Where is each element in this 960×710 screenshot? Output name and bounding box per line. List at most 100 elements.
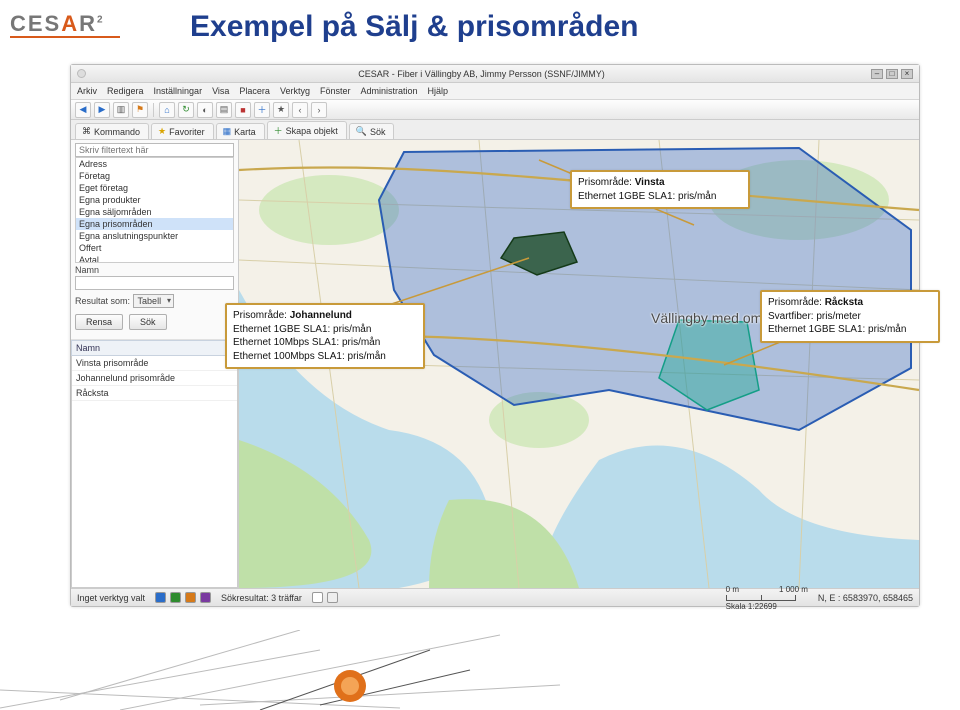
- sidebar: Adress Företag Eget företag Egna produkt…: [71, 140, 239, 588]
- callout-line: Ethernet 10Mbps SLA1: pris/mån: [233, 336, 417, 350]
- menu-verktyg[interactable]: Verktyg: [280, 86, 310, 96]
- tabbar: ⌘Kommando ★Favoriter ▦Karta ＋Skapa objek…: [71, 120, 919, 140]
- tab-skapa-label: Skapa objekt: [286, 126, 338, 136]
- toolbar-forward-icon[interactable]: ▶: [94, 102, 110, 118]
- filter-item[interactable]: Egna produkter: [76, 194, 233, 206]
- logo-part-3: R: [79, 11, 97, 36]
- callout-prefix: Prisområde:: [768, 297, 825, 308]
- scale-widget: 0 m 1 000 m Skala 1:22699: [726, 585, 808, 611]
- status-icon-4[interactable]: [200, 592, 211, 603]
- menu-hjalp[interactable]: Hjälp: [428, 86, 449, 96]
- footer-decoration: [0, 630, 960, 710]
- toolbar-refresh-icon[interactable]: ↻: [178, 102, 194, 118]
- statusbar: Inget verktyg valt Sökresultat: 3 träffa…: [71, 588, 919, 606]
- toolbar-separator: [153, 103, 154, 117]
- callout-bold: Johannelund: [290, 310, 352, 321]
- window-maximize-button[interactable]: □: [886, 69, 898, 79]
- status-coords: N, E : 6583970, 658465: [818, 593, 913, 603]
- filter-item[interactable]: Egna anslutningspunkter: [76, 230, 233, 242]
- tab-kommando-label: Kommando: [94, 127, 140, 137]
- rensa-button[interactable]: Rensa: [75, 314, 123, 330]
- sok-button[interactable]: Sök: [129, 314, 167, 330]
- tab-karta-label: Karta: [234, 127, 256, 137]
- window-close-button[interactable]: ×: [901, 69, 913, 79]
- callout-line: Svartfiber: pris/meter: [768, 310, 932, 324]
- toolbar-zoom-icon[interactable]: ＋: [254, 102, 270, 118]
- callout-vinsta: Prisområde: Vinsta Ethernet 1GBE SLA1: p…: [570, 170, 750, 209]
- status-icon-6[interactable]: [327, 592, 338, 603]
- menu-fonster[interactable]: Fönster: [320, 86, 351, 96]
- callout-line: Ethernet 1GBE SLA1: pris/mån: [233, 323, 417, 337]
- toolbar-globe-icon[interactable]: ◐: [197, 102, 213, 118]
- namn-input[interactable]: [75, 276, 234, 290]
- callout-prefix: Prisområde:: [578, 177, 635, 188]
- tab-sok[interactable]: 🔍Sök: [349, 123, 395, 139]
- scale-left: 0 m: [726, 585, 739, 594]
- logo-sup: 2: [97, 15, 105, 26]
- status-icon-1[interactable]: [155, 592, 166, 603]
- toolbar-chevron-left-icon[interactable]: ‹: [292, 102, 308, 118]
- menubar: Arkiv Redigera Inställningar Visa Placer…: [71, 83, 919, 100]
- result-row[interactable]: Råcksta: [72, 386, 237, 401]
- toolbar-info-icon[interactable]: ★: [273, 102, 289, 118]
- window-titlebar: CESAR - Fiber i Vällingby AB, Jimmy Pers…: [71, 65, 919, 83]
- result-list: Vinsta prisområde Johannelund prisområde…: [71, 356, 238, 588]
- window-minimize-button[interactable]: –: [871, 69, 883, 79]
- menu-arkiv[interactable]: Arkiv: [77, 86, 97, 96]
- toolbar-doc-icon[interactable]: ▤: [216, 102, 232, 118]
- star-icon: ★: [158, 126, 166, 137]
- callout-johannelund: Prisområde: Johannelund Ethernet 1GBE SL…: [225, 303, 425, 369]
- app-icon: [77, 69, 86, 78]
- menu-administration[interactable]: Administration: [360, 86, 417, 96]
- toolbar-flag-icon[interactable]: ⚑: [132, 102, 148, 118]
- status-icon-5[interactable]: [312, 592, 323, 603]
- toolbar: ◀ ▶ ▥ ⚑ ⌂ ↻ ◐ ▤ ■ ＋ ★ ‹ ›: [71, 100, 919, 120]
- toolbar-home-icon[interactable]: ⌂: [159, 102, 175, 118]
- filter-input[interactable]: [75, 143, 234, 157]
- tab-kommando[interactable]: ⌘Kommando: [75, 123, 149, 139]
- filter-item-selected[interactable]: Egna prisområden: [76, 218, 233, 230]
- filter-item[interactable]: Egna säljområden: [76, 206, 233, 218]
- window-title: CESAR - Fiber i Vällingby AB, Jimmy Pers…: [92, 69, 871, 79]
- toolbar-stop-icon[interactable]: ■: [235, 102, 251, 118]
- search-icon: 🔍: [356, 126, 367, 137]
- logo-part-1: CES: [10, 11, 61, 36]
- result-header: Namn: [71, 340, 238, 356]
- callout-prefix: Prisområde:: [233, 310, 290, 321]
- callout-line: Ethernet 1GBE SLA1: pris/mån: [768, 323, 932, 337]
- tab-karta[interactable]: ▦Karta: [216, 123, 265, 139]
- status-icon-2[interactable]: [170, 592, 181, 603]
- cmd-icon: ⌘: [82, 126, 91, 137]
- map-icon: ▦: [223, 126, 232, 137]
- menu-redigera[interactable]: Redigera: [107, 86, 144, 96]
- menu-placera[interactable]: Placera: [239, 86, 270, 96]
- logo-accent: A: [61, 11, 79, 36]
- toolbar-chevron-right-icon[interactable]: ›: [311, 102, 327, 118]
- tab-favoriter[interactable]: ★Favoriter: [151, 123, 214, 139]
- tab-skapa[interactable]: ＋Skapa objekt: [267, 121, 347, 139]
- menu-visa[interactable]: Visa: [212, 86, 229, 96]
- callout-bold: Vinsta: [635, 177, 665, 188]
- status-icon-3[interactable]: [185, 592, 196, 603]
- toolbar-folder-icon[interactable]: ▥: [113, 102, 129, 118]
- filter-item[interactable]: Företag: [76, 170, 233, 182]
- tab-sok-label: Sök: [370, 127, 386, 137]
- filter-type-list: Adress Företag Eget företag Egna produkt…: [75, 157, 234, 263]
- resultat-select[interactable]: Tabell: [133, 294, 175, 308]
- tab-favoriter-label: Favoriter: [169, 127, 205, 137]
- filter-item[interactable]: Offert: [76, 242, 233, 254]
- filter-item[interactable]: Adress: [76, 158, 233, 170]
- result-row[interactable]: Vinsta prisområde: [72, 356, 237, 371]
- toolbar-back-icon[interactable]: ◀: [75, 102, 91, 118]
- resultat-label: Resultat som:: [75, 296, 130, 306]
- plus-icon: ＋: [274, 124, 283, 137]
- scale-ratio: Skala 1:22699: [726, 602, 777, 611]
- namn-label: Namn: [75, 265, 234, 275]
- logo-underline: [10, 36, 120, 38]
- callout-line: Ethernet 100Mbps SLA1: pris/mån: [233, 350, 417, 364]
- filter-item[interactable]: Avtal: [76, 254, 233, 263]
- callout-racksta: Prisområde: Råcksta Svartfiber: pris/met…: [760, 290, 940, 343]
- menu-installningar[interactable]: Inställningar: [154, 86, 203, 96]
- filter-item[interactable]: Eget företag: [76, 182, 233, 194]
- result-row[interactable]: Johannelund prisområde: [72, 371, 237, 386]
